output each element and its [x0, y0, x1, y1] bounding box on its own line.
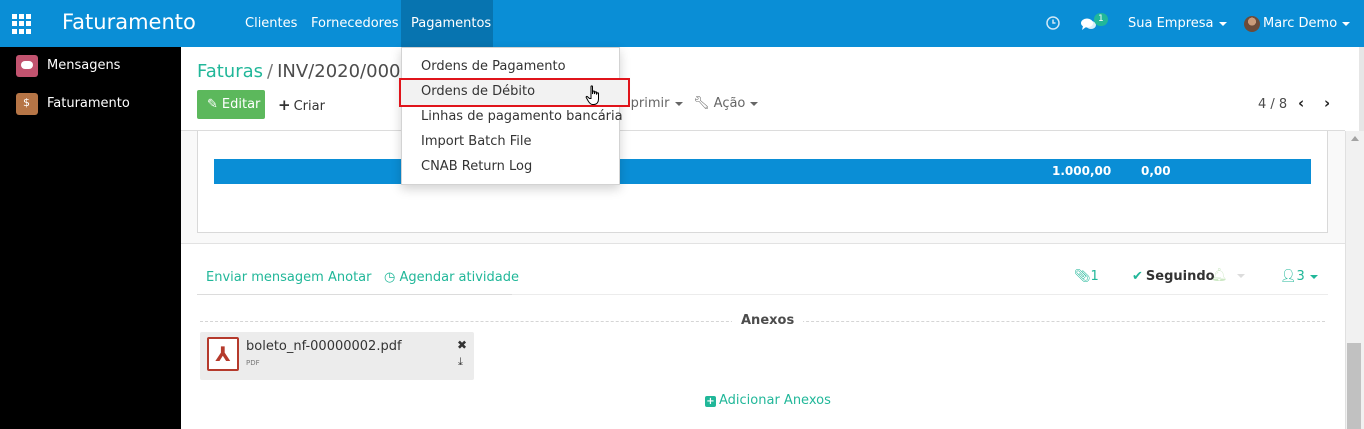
- company-name: Sua Empresa: [1128, 16, 1214, 31]
- top-navbar: Faturamento Clientes Fornecedores Pagame…: [0, 0, 1364, 47]
- breadcrumb-separator: /: [267, 61, 274, 82]
- dropdown-item-ordens-pagamento[interactable]: Ordens de Pagamento: [421, 59, 566, 74]
- create-button-label: Criar: [293, 99, 325, 114]
- caret-down-icon: [1218, 21, 1227, 26]
- plus-square-icon: +: [705, 396, 716, 407]
- dropdown-item-import-batch[interactable]: Import Batch File: [421, 134, 532, 149]
- total-residual: 0,00: [1141, 164, 1171, 178]
- chatter-tabs-underline: [197, 294, 512, 295]
- attachment-name[interactable]: boleto_nf-00000002.pdf: [246, 339, 402, 354]
- pdf-file-icon: ⅄: [207, 337, 239, 371]
- menu-fornecedores[interactable]: Fornecedores: [311, 0, 399, 47]
- action-dropdown[interactable]: 🔧︎ Ação: [693, 96, 759, 111]
- clock-icon: ◷: [384, 270, 396, 285]
- dropdown-item-ordens-debito[interactable]: Ordens de Débito: [421, 84, 535, 99]
- edit-button-label: Editar: [221, 97, 261, 112]
- breadcrumb-faturas[interactable]: Faturas: [197, 61, 263, 82]
- totals-row: 1.000,00 0,00: [214, 159, 1311, 184]
- sidebar-item-label: Faturamento: [47, 96, 130, 111]
- add-attachments-label: Adicionar Anexos: [719, 393, 831, 408]
- scroll-up-arrow-icon[interactable]: [1351, 136, 1359, 141]
- app-brand: Faturamento: [62, 10, 196, 34]
- pager-previous-icon[interactable]: ‹: [1298, 94, 1304, 112]
- send-message-button[interactable]: Enviar mensagem: [206, 270, 324, 285]
- log-note-button[interactable]: Anotar: [328, 270, 372, 285]
- chat-count-badge: 1: [1094, 13, 1108, 26]
- pager-value[interactable]: 4 / 8: [1258, 97, 1287, 112]
- breadcrumb-current: INV/2020/0002: [277, 61, 412, 82]
- download-attachment-icon[interactable]: ⤓: [458, 355, 463, 369]
- apps-grid-icon[interactable]: [12, 14, 32, 34]
- hand-pointer-cursor-icon: [585, 85, 599, 105]
- delete-attachment-icon[interactable]: ✖: [457, 338, 467, 352]
- caret-down-icon: [674, 101, 683, 106]
- schedule-activity-button[interactable]: ◷ Agendar atividade: [384, 270, 519, 285]
- total-amount: 1.000,00: [1052, 164, 1112, 178]
- attachments-title: Anexos: [732, 313, 804, 328]
- pager-next-icon[interactable]: ›: [1324, 94, 1330, 112]
- following-button[interactable]: ✔ Seguindo: [1132, 269, 1215, 284]
- messages-app-icon: [16, 55, 38, 77]
- followers-button[interactable]: 👤︎3: [1280, 269, 1318, 284]
- scrollbar-thumb[interactable]: [1347, 343, 1361, 429]
- dropdown-item-linhas-pagamento[interactable]: Linhas de pagamento bancária: [421, 109, 623, 124]
- invoicing-app-icon: [16, 93, 38, 115]
- pencil-icon: ✎: [207, 97, 218, 112]
- add-attachments-button[interactable]: + Adicionar Anexos: [705, 393, 831, 408]
- create-button[interactable]: + Criar: [278, 96, 325, 114]
- chatter-divider: [512, 294, 1328, 295]
- action-label: Ação: [713, 96, 746, 111]
- scrollbar-track-top: [1359, 47, 1364, 131]
- caret-down-icon: [1309, 274, 1318, 279]
- attachments-counter[interactable]: 📎︎1: [1074, 269, 1099, 284]
- sidebar-item-label: Mensagens: [47, 58, 121, 73]
- breadcrumb: Faturas / INV/2020/0002: [197, 61, 412, 82]
- bell-icon[interactable]: 🔔︎: [1211, 268, 1245, 283]
- company-switcher[interactable]: Sua Empresa: [1128, 0, 1227, 47]
- user-menu[interactable]: Marc Demo: [1263, 0, 1351, 47]
- clock-icon[interactable]: [1046, 16, 1060, 30]
- attachment-extension: PDF: [246, 359, 260, 367]
- check-icon: ✔: [1132, 269, 1143, 284]
- attachments-count: 1: [1090, 269, 1099, 284]
- menu-pagamentos[interactable]: Pagamentos: [401, 0, 493, 47]
- followers-count: 3: [1296, 269, 1305, 284]
- user-avatar[interactable]: [1244, 16, 1260, 32]
- caret-down-icon: [1342, 21, 1351, 26]
- paperclip-icon: 📎︎: [1074, 269, 1091, 284]
- user-name: Marc Demo: [1263, 16, 1338, 31]
- menu-pagamentos-label: Pagamentos: [411, 16, 492, 31]
- following-label: Seguindo: [1145, 269, 1215, 284]
- attachment-card[interactable]: ⅄ boleto_nf-00000002.pdf PDF ✖ ⤓: [200, 332, 474, 380]
- dropdown-item-cnab-return[interactable]: CNAB Return Log: [421, 159, 532, 174]
- edit-button[interactable]: ✎ Editar: [197, 90, 265, 119]
- schedule-activity-label: Agendar atividade: [399, 270, 520, 285]
- wrench-icon: 🔧︎: [693, 96, 710, 111]
- user-icon: 👤︎: [1280, 269, 1297, 284]
- caret-down-icon: [750, 101, 759, 106]
- menu-clientes[interactable]: Clientes: [245, 0, 297, 47]
- plus-icon: +: [278, 96, 291, 114]
- caret-down-icon: [1236, 273, 1245, 278]
